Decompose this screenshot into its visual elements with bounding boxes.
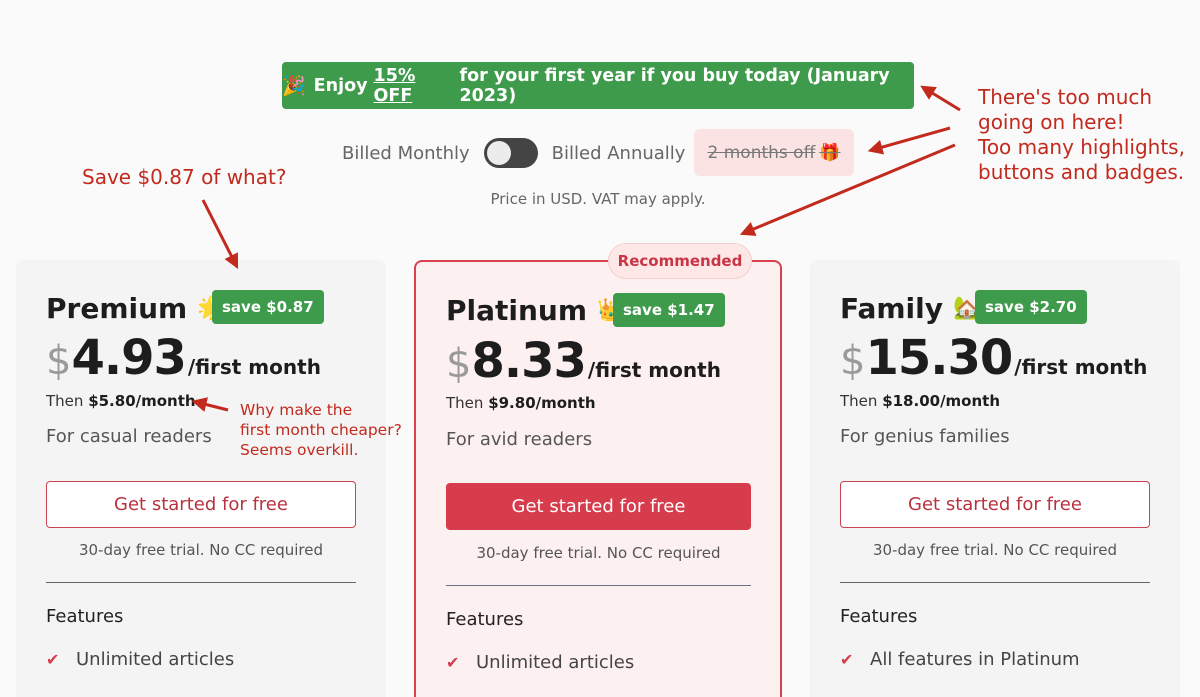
feature-item: ✔ Unlimited articles (446, 652, 634, 673)
trial-note: 30-day free trial. No CC required (872, 541, 1118, 559)
features-heading: Features (46, 606, 124, 627)
arrow-to-promo (920, 85, 961, 112)
toggle-knob (486, 141, 511, 165)
plan-audience: For casual readers (46, 426, 212, 447)
plan-audience: For avid readers (446, 429, 593, 450)
price-amount: 4.93 (71, 330, 186, 386)
feature-label: All features in Platinum (870, 649, 1080, 670)
plan-name: Premium (46, 291, 188, 325)
annotation-first-month: Why make the first month cheaper? Seems … (240, 400, 402, 460)
price-amount: 15.30 (865, 330, 1013, 386)
billed-annually-label[interactable]: Billed Annually (552, 143, 686, 164)
promo-highlight: 15% OFF (373, 65, 416, 106)
plan-price: $ 4.93 /first month (46, 330, 321, 386)
plan-title: Platinum 👑 (446, 292, 624, 328)
plan-price: $ 8.33 /first month (446, 333, 721, 389)
divider (46, 582, 356, 583)
get-started-button[interactable]: Get started for free (446, 483, 751, 530)
check-icon: ✔ (446, 653, 460, 672)
save-badge: save $2.70 (975, 290, 1087, 324)
months-off-badge: 2 months off 🎁 (694, 129, 854, 176)
save-badge: save $1.47 (613, 293, 725, 327)
recommended-badge: Recommended (608, 243, 752, 279)
plan-title: Family 🏡 (840, 290, 980, 326)
features-heading: Features (840, 606, 918, 627)
plan-price: $ 15.30 /first month (840, 330, 1147, 386)
then-prefix: Then (840, 392, 878, 410)
then-prefix: Then (446, 394, 484, 412)
feature-label: Unlimited articles (476, 652, 635, 673)
plan-name: Family (840, 291, 944, 325)
billing-toggle[interactable] (483, 138, 538, 168)
annotation-line: Seems overkill. (240, 441, 359, 459)
price-period: /first month (187, 355, 321, 379)
months-off-text: 2 months off (707, 142, 816, 163)
trial-note: 30-day free trial. No CC required (476, 544, 721, 562)
promo-banner: 🎉 Enjoy 15% OFF for your first year if y… (282, 62, 914, 109)
feature-item: ✔ All features in Platinum (840, 649, 1080, 670)
plan-audience: For genius families (840, 426, 1010, 447)
plan-title: Premium 🌟 (46, 290, 225, 326)
price-period: /first month (587, 358, 721, 382)
annotation-line: first month cheaper? (240, 421, 402, 439)
then-amount: $5.80/month (88, 392, 196, 410)
currency-symbol: $ (46, 338, 72, 384)
annotation-line: Why make the (240, 401, 353, 419)
save-badge: save $0.87 (212, 290, 324, 324)
then-amount: $9.80/month (488, 394, 596, 412)
price-period: /first month (1014, 355, 1148, 379)
annotation-line: There's too much (978, 85, 1153, 109)
feature-label: Unlimited articles (76, 649, 235, 670)
billing-toggle-row: Billed Monthly Billed Annually (342, 131, 685, 175)
arrow-to-months-off (867, 126, 951, 155)
arrow-to-save-badge (201, 199, 239, 270)
get-started-button[interactable]: Get started for free (46, 481, 356, 528)
price-note: Price in USD. VAT may apply. (490, 190, 706, 208)
annotation-line: going on here! (978, 110, 1125, 134)
check-icon: ✔ (840, 650, 854, 669)
currency-symbol: $ (840, 338, 866, 384)
then-price: Then $5.80/month (46, 392, 196, 410)
annotation-too-much: There's too much going on here! Too many… (978, 85, 1185, 185)
billed-monthly-label[interactable]: Billed Monthly (342, 143, 470, 164)
promo-suffix: for your first year if you buy today (Ja… (459, 65, 890, 106)
check-icon: ✔ (46, 650, 60, 669)
divider (840, 582, 1150, 583)
plan-name: Platinum (446, 293, 588, 327)
then-price: Then $9.80/month (446, 394, 596, 412)
gift-icon: 🎁 (819, 142, 841, 163)
then-price: Then $18.00/month (840, 392, 1000, 410)
price-amount: 8.33 (471, 333, 586, 389)
annotation-line: buttons and badges. (978, 160, 1185, 184)
annotation-line: Too many highlights, (978, 135, 1185, 159)
feature-item: ✔ Unlimited articles (46, 649, 234, 670)
party-popper-icon: 🎉 (282, 75, 306, 97)
features-heading: Features (446, 609, 524, 630)
annotation-save-question: Save $0.87 of what? (82, 165, 287, 189)
trial-note: 30-day free trial. No CC required (78, 541, 324, 559)
then-prefix: Then (46, 392, 84, 410)
promo-prefix: Enjoy (313, 75, 368, 96)
divider (446, 585, 751, 586)
currency-symbol: $ (446, 341, 472, 387)
get-started-button[interactable]: Get started for free (840, 481, 1150, 528)
then-amount: $18.00/month (882, 392, 1001, 410)
